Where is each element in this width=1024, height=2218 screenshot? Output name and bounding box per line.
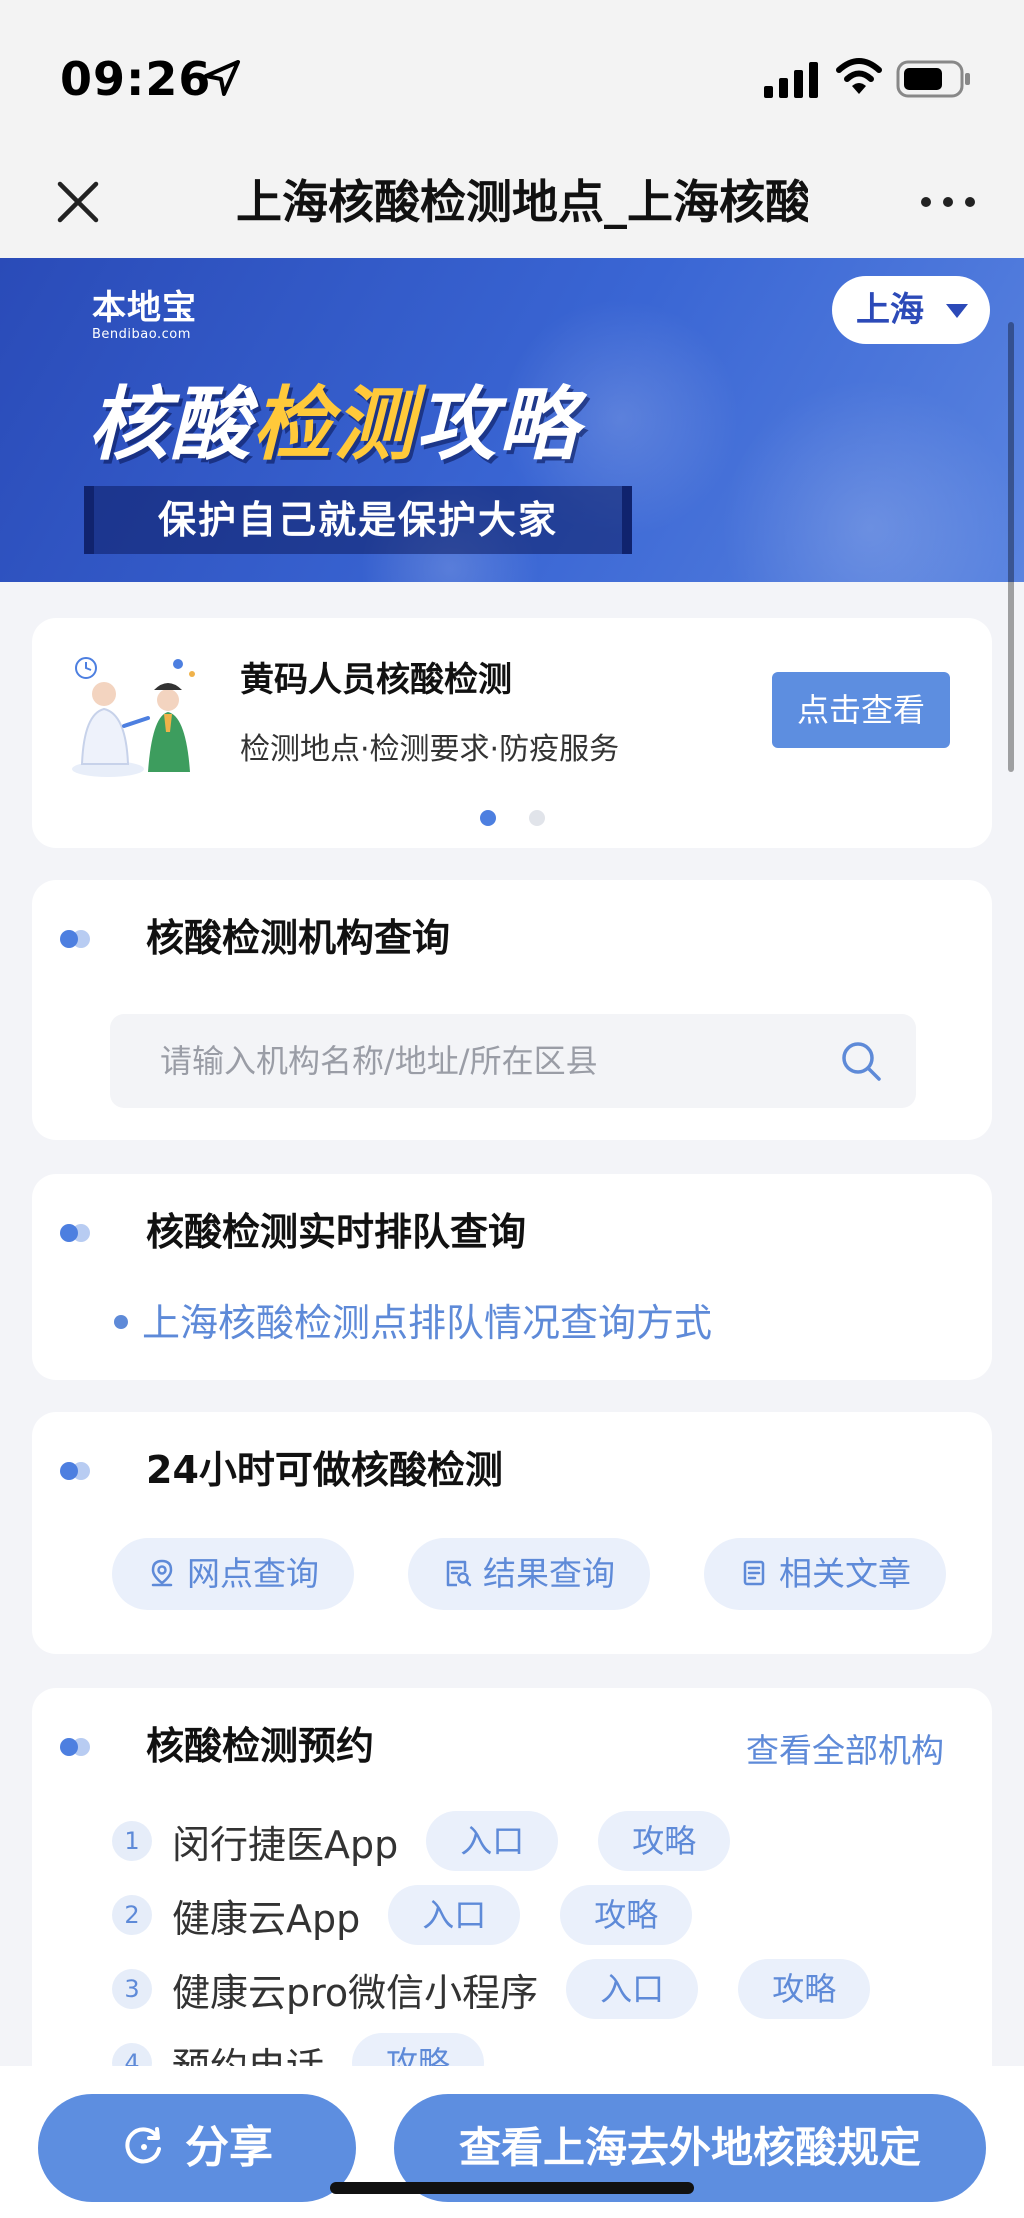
- logo-text: 本地宝: [92, 288, 197, 328]
- promo-subtitle: 检测地点·检测要求·防疫服务: [240, 732, 620, 767]
- entry-button[interactable]: 入口: [426, 1811, 559, 1871]
- section-dot-icon: [60, 1462, 78, 1480]
- search-icon[interactable]: [838, 1038, 884, 1084]
- share-icon: [125, 2127, 161, 2164]
- item-name: 健康云pro微信小程序: [172, 1970, 539, 2015]
- list-item: 1 闵行捷医App 入口 攻略: [112, 1804, 972, 1878]
- more-icon[interactable]: [918, 184, 978, 220]
- logo-subtext: Bendibao.com: [92, 327, 191, 342]
- institution-query-card: 核酸检测机构查询: [32, 880, 992, 1140]
- close-icon[interactable]: [50, 174, 106, 230]
- bottom-bar: 分享 查看上海去外地核酸规定: [0, 2066, 1024, 2218]
- article-icon: [743, 1560, 765, 1585]
- banner-title-part1: 核酸: [88, 378, 252, 471]
- banner-slogan: 保护自己就是保护大家: [84, 486, 632, 554]
- promo-card: 黄码人员核酸检测 检测地点·检测要求·防疫服务 点击查看: [32, 618, 992, 848]
- item-number: 1: [112, 1821, 152, 1861]
- cellular-signal-icon: [764, 62, 818, 98]
- view-all-link[interactable]: 查看全部机构: [746, 1724, 944, 1772]
- queue-query-card: 核酸检测实时排队查询 上海核酸检测点排队情况查询方式: [32, 1174, 992, 1380]
- promo-title: 黄码人员核酸检测: [240, 660, 512, 700]
- entry-button[interactable]: 入口: [388, 1885, 521, 1945]
- item-name: 健康云App: [172, 1896, 361, 1941]
- status-bar: 09:26: [0, 0, 1024, 150]
- home-indicator: [330, 2182, 694, 2194]
- item-name: 闵行捷医App: [172, 1822, 399, 1867]
- nav-bar: 上海核酸检测地点_上海核酸: [0, 150, 1024, 258]
- section-dot-icon: [60, 930, 78, 948]
- h24-testing-card: 24小时可做核酸检测 网点查询 结果查询 相关文章: [32, 1412, 992, 1654]
- page-title: 上海核酸检测地点_上海核酸: [236, 175, 808, 229]
- list-item: 3 健康云pro微信小程序 入口 攻略: [112, 1952, 972, 2026]
- logo: 本地宝 Bendibao.com: [92, 280, 197, 342]
- search-box: [110, 1014, 916, 1108]
- section-title: 24小时可做核酸检测: [146, 1448, 503, 1492]
- guide-button[interactable]: 攻略: [560, 1885, 693, 1945]
- result-query-label: 结果查询: [483, 1554, 615, 1593]
- carousel-dot[interactable]: [529, 810, 546, 826]
- city-label: 上海: [856, 290, 924, 330]
- scrollbar[interactable]: [1008, 322, 1014, 772]
- caret-down-icon: [946, 304, 968, 318]
- section-title: 核酸检测预约: [146, 1724, 375, 1768]
- share-button[interactable]: 分享: [38, 2094, 356, 2202]
- virus-decoration: [720, 378, 1020, 582]
- related-articles-label: 相关文章: [779, 1554, 911, 1593]
- page: 09:26 上海核酸检测地点_上海核酸 本地宝 Bendibao.com 核酸检…: [0, 0, 1024, 2218]
- banner-title-highlight: 检测: [252, 378, 416, 471]
- status-time: 09:26: [60, 52, 212, 106]
- item-number: 3: [112, 1969, 152, 2009]
- guide-button[interactable]: 攻略: [598, 1811, 731, 1871]
- list-item: 2 健康云App 入口 攻略: [112, 1878, 972, 1952]
- item-number: 2: [112, 1895, 152, 1935]
- appointment-list: 1 闵行捷医App 入口 攻略 2 健康云App 入口 攻略 3 健康云pro微…: [112, 1804, 972, 2100]
- related-articles-button[interactable]: 相关文章: [704, 1538, 946, 1610]
- document-search-icon: [446, 1560, 472, 1586]
- battery-icon: [896, 60, 970, 98]
- banner: 本地宝 Bendibao.com 核酸检测攻略 保护自己就是保护大家 上海: [0, 258, 1024, 582]
- site-query-label: 网点查询: [187, 1554, 319, 1593]
- queue-info-link[interactable]: 上海核酸检测点排队情况查询方式: [114, 1292, 712, 1347]
- share-label: 分享: [185, 2122, 273, 2173]
- location-pin-icon: [151, 1559, 173, 1586]
- search-input[interactable]: [160, 1014, 800, 1108]
- banner-title-part2: 攻略: [416, 378, 580, 471]
- view-button[interactable]: 点击查看: [772, 672, 950, 748]
- city-selector[interactable]: 上海: [832, 276, 990, 344]
- banner-title: 核酸检测攻略: [88, 360, 580, 476]
- section-dot-icon: [60, 1224, 78, 1242]
- carousel-dot[interactable]: [480, 810, 496, 826]
- queue-link-text: 上海核酸检测点排队情况查询方式: [142, 1301, 713, 1345]
- guide-button[interactable]: 攻略: [738, 1959, 871, 2019]
- bullet-icon: [114, 1314, 128, 1329]
- section-title: 核酸检测机构查询: [146, 916, 451, 960]
- carousel-indicator: [480, 810, 573, 830]
- section-title: 核酸检测实时排队查询: [146, 1210, 527, 1254]
- wifi-icon: [836, 58, 882, 94]
- result-query-button[interactable]: 结果查询: [408, 1538, 650, 1610]
- site-query-button[interactable]: 网点查询: [112, 1538, 354, 1610]
- section-dot-icon: [60, 1738, 78, 1756]
- testing-illustration-icon: [72, 657, 195, 777]
- entry-button[interactable]: 入口: [566, 1959, 699, 2019]
- location-arrow-icon: [204, 60, 240, 96]
